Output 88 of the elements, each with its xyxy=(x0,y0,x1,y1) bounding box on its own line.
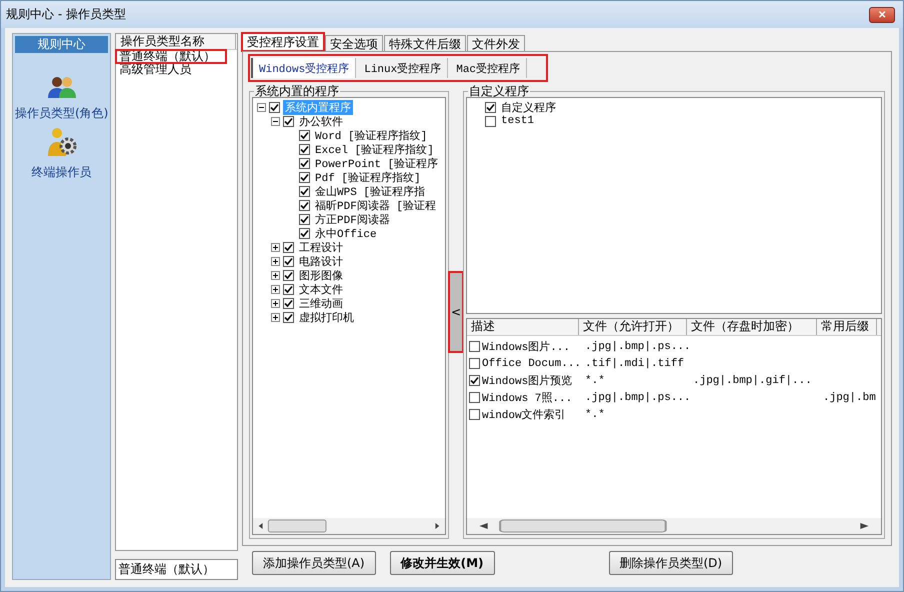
person-gear-icon xyxy=(46,126,78,158)
checkbox[interactable] xyxy=(299,144,310,154)
subtab[interactable]: Linux受控程序 xyxy=(358,58,448,78)
subtab[interactable]: Mac受控程序 xyxy=(450,58,528,78)
action-button[interactable]: 删除操作员类型(D) xyxy=(608,551,734,575)
tree-item[interactable]: 办公软件 xyxy=(297,114,345,128)
checkbox[interactable] xyxy=(299,172,310,182)
column-header[interactable]: 文件（存盘时加密） xyxy=(687,319,817,335)
sidebar-item[interactable]: 终端操作员 xyxy=(32,164,92,181)
tree-item[interactable]: 电路设计 xyxy=(297,254,345,268)
tree-item[interactable]: 文本文件 xyxy=(297,282,345,296)
tree-item[interactable]: 虚拟打印机 xyxy=(297,310,356,324)
checkbox[interactable] xyxy=(299,158,310,168)
table-cell-text: window文件索引 xyxy=(482,408,566,422)
table-cell-text: Windows 7照... xyxy=(482,391,572,405)
collapse-icon[interactable] xyxy=(271,116,280,126)
sidebar-title: 规则中心 xyxy=(15,36,108,53)
close-button[interactable]: ✕ xyxy=(869,6,895,22)
table-cell: .tif|.mdi|.tiff xyxy=(585,358,684,370)
checkbox[interactable] xyxy=(485,116,496,126)
expand-icon[interactable] xyxy=(271,298,280,308)
sidebar-item[interactable]: 操作员类型(角色) xyxy=(15,105,108,122)
tree-item[interactable]: Pdf [验证程序指纹] xyxy=(313,170,423,184)
checkbox[interactable] xyxy=(283,312,294,322)
checkbox[interactable] xyxy=(283,284,294,294)
tree-item[interactable]: 三维动画 xyxy=(297,296,345,310)
expand-icon[interactable] xyxy=(271,256,280,266)
users-icon xyxy=(46,75,77,99)
checkbox[interactable] xyxy=(299,214,310,224)
checkbox[interactable] xyxy=(299,130,310,140)
column-header[interactable]: 操作员类型名称 xyxy=(116,34,236,49)
checkbox[interactable] xyxy=(283,256,294,266)
checkbox[interactable] xyxy=(469,392,480,403)
checkbox[interactable] xyxy=(283,242,294,252)
collapse-splitter[interactable]: < xyxy=(449,272,463,352)
expand-icon[interactable] xyxy=(271,284,280,294)
checkbox[interactable] xyxy=(299,228,310,238)
subtab[interactable]: Windows受控程序 xyxy=(251,58,356,78)
tree-item[interactable]: 方正PDF阅读器 xyxy=(313,212,392,226)
horizontal-scrollbar[interactable] xyxy=(467,518,881,534)
table-cell: .jpg|.bmp|.ps... xyxy=(585,340,691,352)
tab[interactable]: 文件外发 xyxy=(467,35,525,51)
name-field[interactable]: 普通终端（默认） xyxy=(115,559,238,580)
expand-icon[interactable] xyxy=(271,312,280,322)
checkbox[interactable] xyxy=(299,200,310,210)
group-title: 自定义程序 xyxy=(468,85,530,97)
table-cell: .jpg|.bmp|.ps... xyxy=(585,392,691,404)
tree-item[interactable]: 图形图像 xyxy=(297,268,345,282)
checkbox[interactable] xyxy=(269,102,280,112)
tree-item[interactable]: 工程设计 xyxy=(297,240,345,254)
expand-icon[interactable] xyxy=(271,270,280,280)
horizontal-scrollbar[interactable] xyxy=(253,518,445,534)
table-cell: *.* xyxy=(585,374,605,386)
tree-item[interactable]: 永中Office xyxy=(313,226,379,240)
tree-item[interactable]: Excel [验证程序指纹] xyxy=(313,142,436,156)
table-cell-text: Windows图片预览 xyxy=(482,374,572,388)
checkbox[interactable] xyxy=(469,341,480,352)
checkbox[interactable] xyxy=(469,358,480,369)
table-cell: .jpg|.bm xyxy=(823,392,876,404)
checkbox[interactable] xyxy=(283,116,294,126)
column-header[interactable]: 描述 xyxy=(467,319,579,335)
checkbox[interactable] xyxy=(283,270,294,280)
tab[interactable]: 受控程序设置 xyxy=(242,33,324,51)
action-button[interactable]: 添加操作员类型(A) xyxy=(252,551,376,575)
table-cell-text: Windows图片... xyxy=(482,340,570,354)
checkbox[interactable] xyxy=(299,186,310,196)
column-header[interactable]: 常用后缀 xyxy=(817,319,877,335)
tree-item[interactable]: Word [验证程序指纹] xyxy=(313,128,430,142)
group-title: 系统内置的程序 xyxy=(254,85,340,97)
collapse-icon[interactable] xyxy=(257,102,266,112)
tree-item[interactable]: 福昕PDF阅读器 [验证程 xyxy=(313,198,438,212)
tree-item[interactable]: 自定义程序 xyxy=(499,100,558,114)
table-cell: .jpg|.bmp|.gif|... xyxy=(693,374,812,386)
table-cell: *.* xyxy=(585,408,605,420)
tab[interactable]: 特殊文件后缀 xyxy=(384,35,466,51)
window-title: 规则中心 - 操作员类型 xyxy=(6,6,126,23)
column-header[interactable]: 文件（允许打开） xyxy=(579,319,687,335)
tree-item[interactable]: PowerPoint [验证程序 xyxy=(313,156,440,170)
tree-item[interactable]: 金山WPS [验证程序指 xyxy=(313,184,428,198)
action-button[interactable]: 修改并生效(M) xyxy=(390,551,494,575)
expand-icon[interactable] xyxy=(271,242,280,252)
tree-item[interactable]: test1 xyxy=(499,115,536,127)
checkbox[interactable] xyxy=(469,375,480,386)
checkbox[interactable] xyxy=(469,409,480,420)
checkbox[interactable] xyxy=(485,102,496,112)
tab[interactable]: 安全选项 xyxy=(325,35,383,51)
table-cell: Office Docum... xyxy=(482,358,582,370)
checkbox[interactable] xyxy=(283,298,294,308)
